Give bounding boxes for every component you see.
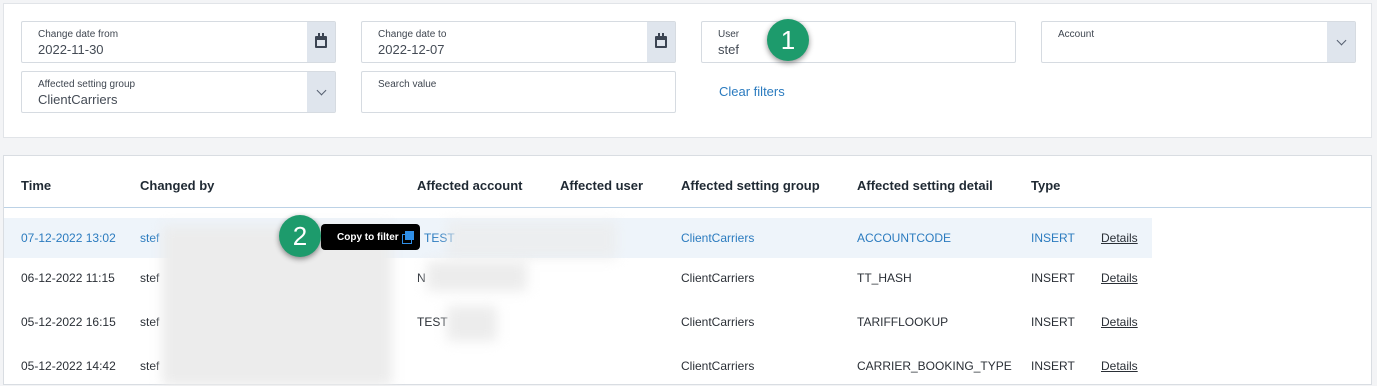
column-header-changed-by: Changed by (140, 178, 215, 193)
field-value[interactable]: ClientCarriers (38, 92, 117, 107)
field-label: Change date to (378, 29, 447, 40)
results-table: Time Changed by Affected account Affecte… (3, 155, 1372, 386)
step-marker-2: 2 (279, 215, 321, 257)
redaction-blur (447, 306, 497, 341)
field-label: Account (1058, 29, 1095, 40)
field-value[interactable]: 2022-12-07 (378, 42, 445, 57)
cell-changed-by: stef (140, 359, 160, 373)
change-date-from-field[interactable]: Change date from 2022-11-30 (21, 21, 336, 63)
cell-time: 07-12-2022 13:02 (21, 231, 116, 245)
cell-affected-setting-group: ClientCarriers (681, 271, 755, 285)
calendar-button[interactable] (307, 22, 335, 62)
cell-changed-by: stef (140, 231, 160, 245)
cell-affected-setting-group: ClientCarriers (681, 231, 755, 245)
field-label: Affected setting group (38, 79, 136, 90)
dropdown-button[interactable] (1327, 22, 1355, 62)
calendar-button[interactable] (647, 22, 675, 62)
cell-affected-setting-detail: CARRIER_BOOKING_TYPE (857, 359, 1012, 373)
cell-changed-by: stef (140, 315, 160, 329)
cell-type: INSERT (1031, 315, 1075, 329)
field-value[interactable]: 2022-11-30 (38, 42, 104, 57)
cell-affected-setting-detail: TARIFFLOOKUP (857, 315, 949, 329)
tooltip-label: Copy to filter (337, 231, 399, 243)
redaction-blur (162, 226, 392, 386)
cell-affected-account: N (417, 271, 426, 285)
cell-time: 05-12-2022 16:15 (21, 315, 116, 329)
copy-icon (401, 231, 414, 244)
column-header-affected-setting-group: Affected setting group (681, 178, 820, 193)
cell-type: INSERT (1031, 359, 1075, 373)
copy-to-filter-tooltip[interactable]: Copy to filter (321, 224, 420, 250)
user-field[interactable]: User stef (701, 21, 1016, 63)
column-header-time: Time (21, 178, 52, 193)
filter-panel: Change date from 2022-11-30 Change date … (3, 3, 1372, 138)
column-header-type: Type (1031, 178, 1061, 193)
cell-affected-setting-detail: TT_HASH (857, 271, 912, 285)
affected-setting-group-select[interactable]: Affected setting group ClientCarriers (21, 71, 336, 113)
cell-type: INSERT (1031, 231, 1075, 245)
cell-changed-by: stef (140, 271, 160, 285)
search-value-field[interactable]: Search value (361, 71, 676, 113)
details-link[interactable]: Details (1101, 359, 1138, 373)
cell-affected-account: TEST (417, 315, 448, 329)
column-header-affected-setting-detail: Affected setting detail (857, 178, 993, 193)
field-label: Change date from (38, 29, 119, 40)
field-label: Search value (378, 79, 437, 90)
calendar-icon (315, 33, 327, 48)
cell-type: INSERT (1031, 271, 1075, 285)
column-header-affected-account: Affected account (417, 178, 523, 193)
clear-filters-link[interactable]: Clear filters (719, 84, 785, 99)
calendar-icon (655, 33, 667, 48)
cell-affected-setting-group: ClientCarriers (681, 359, 755, 373)
column-header-affected-user: Affected user (560, 178, 644, 193)
details-link[interactable]: Details (1101, 231, 1138, 245)
chevron-down-icon (1336, 35, 1346, 45)
account-select[interactable]: Account (1041, 21, 1356, 63)
details-link[interactable]: Details (1101, 271, 1138, 285)
field-value[interactable]: stef (718, 42, 739, 57)
cell-affected-setting-detail: ACCOUNTCODE (857, 231, 952, 245)
cell-affected-setting-group: ClientCarriers (681, 315, 755, 329)
step-marker-1: 1 (767, 19, 809, 61)
cell-time: 05-12-2022 14:42 (21, 359, 116, 373)
redaction-blur (447, 221, 617, 259)
change-date-to-field[interactable]: Change date to 2022-12-07 (361, 21, 676, 63)
details-link[interactable]: Details (1101, 315, 1138, 329)
dropdown-button[interactable] (307, 72, 335, 112)
table-header: Time Changed by Affected account Affecte… (4, 156, 1371, 208)
chevron-down-icon (316, 85, 326, 95)
redaction-blur (427, 261, 527, 291)
field-label: User (718, 29, 740, 40)
cell-time: 06-12-2022 11:15 (21, 271, 115, 285)
